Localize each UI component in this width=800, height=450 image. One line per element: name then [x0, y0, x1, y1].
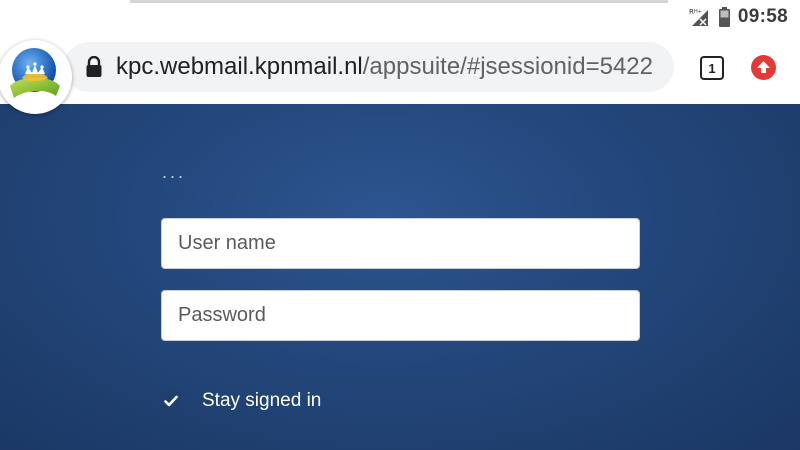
stay-signed-in-checkbox[interactable]: Stay signed in — [161, 390, 321, 412]
login-page: ... Stay signed in — [0, 104, 800, 450]
url-text[interactable]: kpc.webmail.kpnmail.nl/appsuite/#jsessio… — [116, 53, 653, 81]
update-arrow-icon — [757, 61, 770, 73]
update-button[interactable] — [751, 55, 776, 80]
checkbox-box[interactable] — [161, 391, 181, 411]
loading-indicator: ... — [162, 162, 187, 182]
tab-switcher-button[interactable]: 1 — [700, 56, 724, 80]
svg-text:H+: H+ — [694, 9, 702, 15]
clock: 09:58 — [737, 6, 788, 27]
kpn-crown-logo[interactable] — [0, 40, 72, 114]
stay-signed-in-label: Stay signed in — [202, 390, 322, 411]
password-field[interactable] — [161, 290, 640, 341]
status-icons: R H+ 09:58 — [689, 6, 788, 28]
notification-shade-edge — [130, 0, 668, 3]
url-path: /appsuite/#jsessionid=5422 — [362, 53, 653, 80]
username-field[interactable] — [161, 218, 640, 269]
battery-icon — [718, 7, 730, 27]
url-bar[interactable]: kpc.webmail.kpnmail.nl/appsuite/#jsessio… — [64, 42, 674, 92]
roaming-signal-icon: R H+ — [689, 8, 708, 26]
status-bar: R H+ 09:58 — [0, 0, 800, 36]
checkmark-icon — [164, 395, 178, 407]
url-host: kpc.webmail.kpnmail.nl — [116, 53, 363, 80]
tab-count: 1 — [708, 60, 716, 76]
kpn-crown-icon — [10, 48, 60, 98]
lock-icon[interactable] — [84, 56, 104, 78]
